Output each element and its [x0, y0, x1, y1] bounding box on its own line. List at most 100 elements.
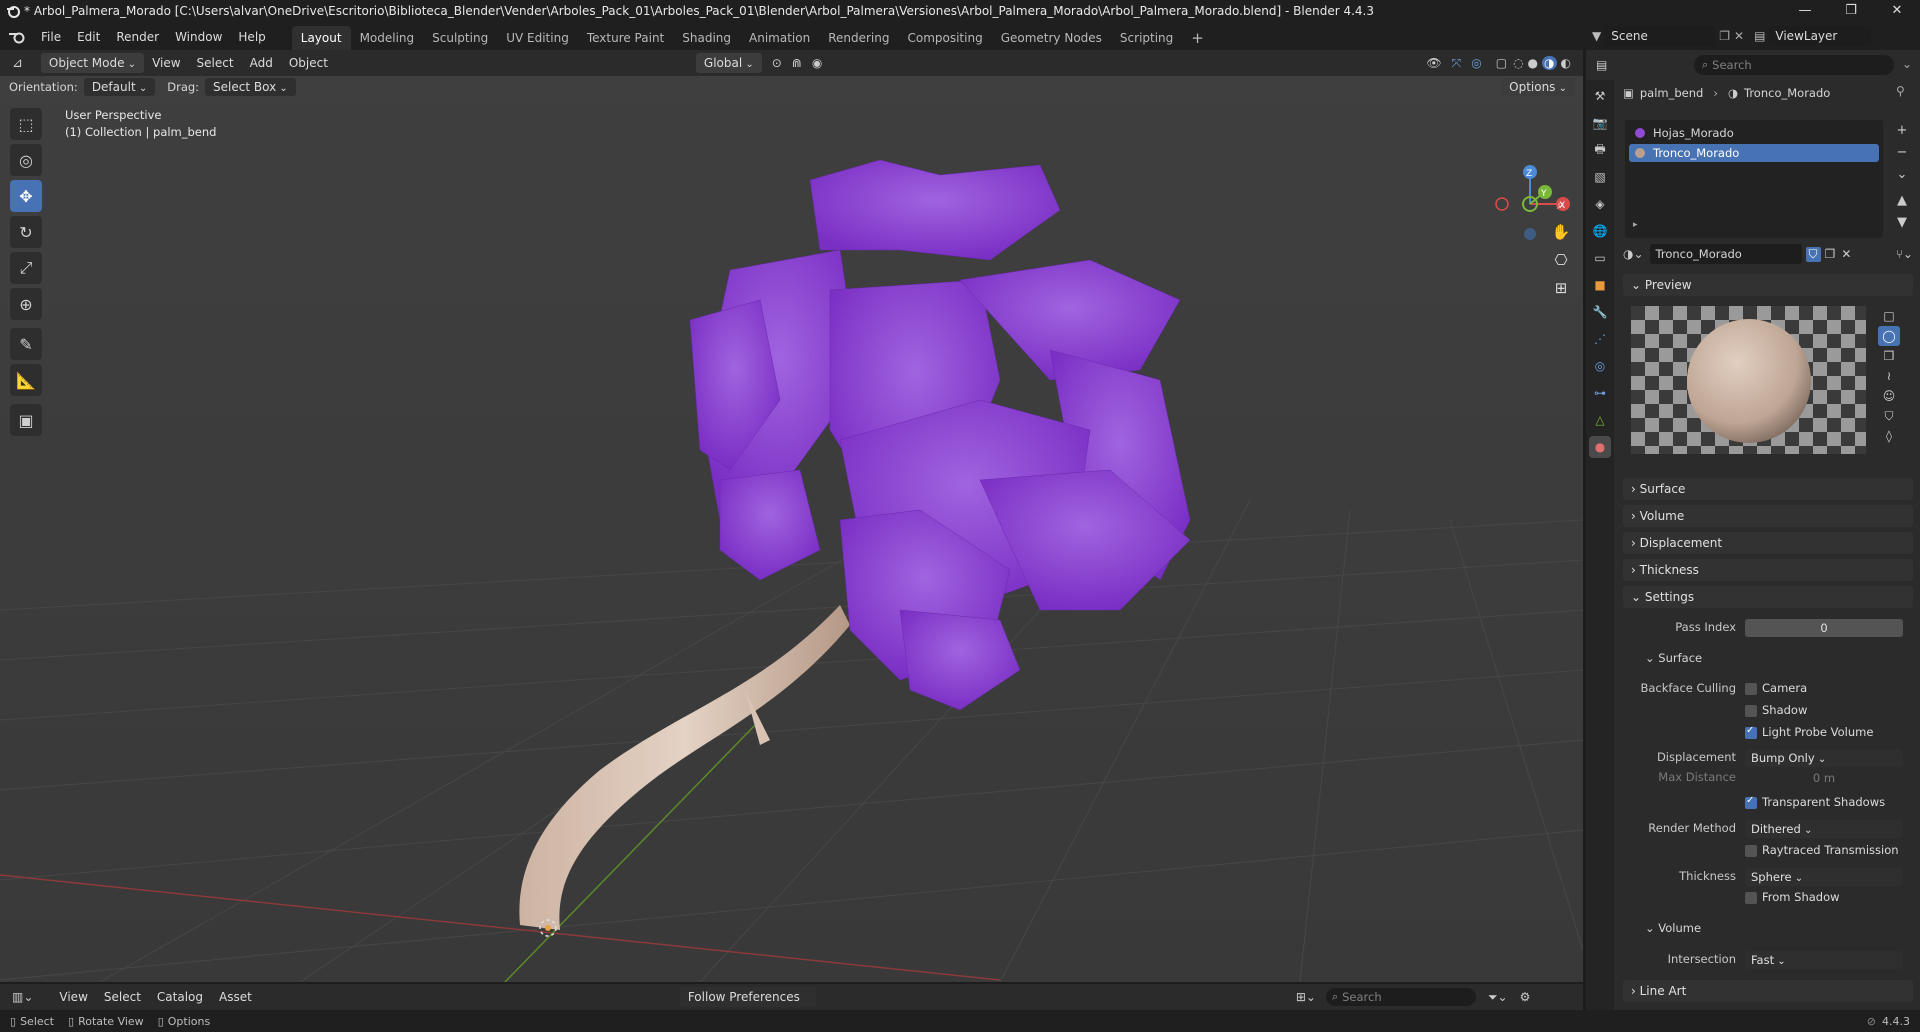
- tab-sculpting[interactable]: Sculpting: [423, 26, 497, 50]
- constraints-tab-icon[interactable]: ⊶: [1589, 382, 1611, 404]
- asset-menu-select[interactable]: Select: [96, 986, 149, 1008]
- minimize-button[interactable]: —: [1782, 0, 1828, 23]
- shadow-checkbox[interactable]: [1745, 705, 1757, 717]
- physics-tab-icon[interactable]: ◎: [1589, 355, 1611, 377]
- settings-panel-header[interactable]: ⌄ Settings: [1623, 586, 1913, 608]
- move-tool-icon[interactable]: ✥: [10, 180, 42, 212]
- camera-checkbox[interactable]: [1745, 683, 1757, 695]
- pin-icon[interactable]: ⚲: [1896, 84, 1905, 98]
- orientation-dropdown[interactable]: Default: [83, 78, 156, 96]
- unlink-material-icon[interactable]: ✕: [1841, 247, 1851, 261]
- line-art-panel-header[interactable]: › Line Art: [1623, 980, 1913, 1002]
- from-shadow-checkbox[interactable]: [1745, 892, 1757, 904]
- tab-compositing[interactable]: Compositing: [898, 26, 991, 50]
- viewlayer-field[interactable]: ViewLayer: [1769, 26, 1872, 46]
- menu-edit[interactable]: Edit: [69, 26, 108, 48]
- material-tab-icon[interactable]: ●: [1589, 436, 1611, 458]
- zoom-icon[interactable]: ⌕: [1548, 195, 1574, 223]
- preview-monkey-icon[interactable]: ☺: [1878, 386, 1900, 406]
- editor-type-icon[interactable]: ▥⌄: [12, 990, 33, 1004]
- modifier-tab-icon[interactable]: 🔧: [1589, 301, 1611, 323]
- gizmo-toggle-icon[interactable]: ⤧: [1452, 56, 1462, 71]
- viewport-menu-add[interactable]: Add: [242, 52, 281, 74]
- material-name-field[interactable]: Tronco_Morado: [1649, 244, 1802, 264]
- menu-render[interactable]: Render: [108, 26, 167, 48]
- volume-subpanel-header[interactable]: ⌄ Volume: [1645, 921, 1701, 935]
- delete-scene-icon[interactable]: ✕: [1734, 29, 1744, 43]
- transform-orientation-dropdown[interactable]: Global: [695, 53, 762, 73]
- settings-gear-icon[interactable]: ⚙: [1520, 990, 1531, 1004]
- asset-menu-asset[interactable]: Asset: [211, 986, 260, 1008]
- tab-uv-editing[interactable]: UV Editing: [497, 26, 578, 50]
- tab-layout[interactable]: Layout: [291, 26, 351, 50]
- properties-editor-type-icon[interactable]: ▤: [1596, 58, 1607, 72]
- tab-texture-paint[interactable]: Texture Paint: [578, 26, 673, 50]
- preview-flat-icon[interactable]: □: [1878, 306, 1900, 326]
- display-mode-icon[interactable]: ⊞⌄: [1296, 990, 1316, 1004]
- properties-search[interactable]: ⌕ Search: [1694, 55, 1894, 75]
- new-scene-icon[interactable]: ❐: [1719, 29, 1730, 43]
- surface-panel-header[interactable]: › Surface: [1623, 478, 1913, 500]
- displacement-dropdown[interactable]: Bump Only: [1745, 749, 1903, 767]
- 3d-viewport[interactable]: User Perspective (1) Collection | palm_b…: [0, 50, 1583, 982]
- light-probe-checkbox[interactable]: [1745, 725, 1757, 739]
- drag-dropdown[interactable]: Select Box: [205, 78, 296, 96]
- tab-scripting[interactable]: Scripting: [1111, 26, 1182, 50]
- object-mode-dropdown[interactable]: Object Mode: [40, 53, 145, 73]
- output-tab-icon[interactable]: 🖶: [1589, 139, 1611, 161]
- duplicate-material-icon[interactable]: ❐: [1825, 247, 1836, 261]
- scene-field[interactable]: Scene: [1605, 26, 1716, 46]
- perspective-grid-icon[interactable]: ⊞: [1548, 279, 1574, 307]
- wireframe-shading-icon[interactable]: ◌: [1513, 56, 1523, 70]
- intersection-dropdown[interactable]: Fast: [1745, 951, 1903, 969]
- pan-hand-icon[interactable]: ✋: [1548, 223, 1574, 251]
- pivot-icon[interactable]: ⊙: [772, 56, 782, 70]
- filter-icon[interactable]: ⏷⌄: [1488, 990, 1508, 1005]
- viewport-menu-view[interactable]: View: [144, 52, 188, 74]
- browse-material-icon[interactable]: ◑⌄: [1623, 247, 1644, 261]
- viewport-menu-select[interactable]: Select: [189, 52, 242, 74]
- camera-view-icon[interactable]: ⎔: [1548, 251, 1574, 279]
- thickness-panel-header[interactable]: › Thickness: [1623, 559, 1913, 581]
- pass-index-field[interactable]: 0: [1745, 619, 1903, 637]
- scale-tool-icon[interactable]: ⤢: [10, 252, 42, 284]
- volume-panel-header[interactable]: › Volume: [1623, 505, 1913, 527]
- maximize-button[interactable]: ❐: [1828, 0, 1874, 23]
- viewport-menu-object[interactable]: Object: [281, 52, 336, 74]
- move-down-icon[interactable]: ▼: [1894, 212, 1910, 234]
- collection-tab-icon[interactable]: ▭: [1589, 247, 1611, 269]
- preview-panel-header[interactable]: ⌄ Preview: [1623, 274, 1913, 296]
- asset-menu-catalog[interactable]: Catalog: [149, 986, 211, 1008]
- fake-user-icon[interactable]: ⛉: [1805, 246, 1821, 262]
- thickness-dropdown[interactable]: Sphere: [1745, 868, 1903, 886]
- tab-rendering[interactable]: Rendering: [819, 26, 898, 50]
- preview-sphere-icon[interactable]: ◯: [1878, 326, 1900, 346]
- preview-fluid-icon[interactable]: ◊: [1878, 426, 1900, 446]
- rendered-shading-icon[interactable]: ◐: [1561, 56, 1571, 70]
- surface-subpanel-header[interactable]: ⌄ Surface: [1645, 651, 1702, 665]
- select-box-tool-icon[interactable]: ⬚: [10, 108, 42, 140]
- expand-arrow-icon[interactable]: ▸: [1633, 220, 1638, 230]
- add-slot-icon[interactable]: +: [1894, 120, 1910, 142]
- tab-animation[interactable]: Animation: [740, 26, 819, 50]
- material-slot-hojas[interactable]: Hojas_Morado: [1629, 124, 1879, 142]
- move-up-icon[interactable]: ▲: [1894, 190, 1910, 212]
- annotate-tool-icon[interactable]: ✎: [10, 328, 42, 360]
- asset-search[interactable]: ⌕ Search: [1325, 988, 1476, 1006]
- options-dropdown[interactable]: Options: [1501, 78, 1575, 96]
- blender-menu-icon[interactable]: [9, 30, 25, 44]
- render-tab-icon[interactable]: 📷: [1589, 112, 1611, 134]
- asset-menu-view[interactable]: View: [51, 986, 95, 1008]
- menu-help[interactable]: Help: [230, 26, 273, 48]
- data-tab-icon[interactable]: △: [1589, 409, 1611, 431]
- add-cube-tool-icon[interactable]: ▣: [10, 404, 42, 436]
- tab-modeling[interactable]: Modeling: [351, 26, 424, 50]
- solid-shading-icon[interactable]: ●: [1528, 56, 1538, 70]
- add-workspace-button[interactable]: +: [1182, 26, 1213, 50]
- remove-slot-icon[interactable]: −: [1894, 142, 1910, 164]
- menu-file[interactable]: File: [33, 26, 69, 48]
- follow-preferences-dropdown[interactable]: Follow Preferences: [679, 987, 816, 1007]
- editor-type-icon[interactable]: ⊿: [12, 56, 23, 71]
- material-slot-tronco[interactable]: Tronco_Morado: [1629, 144, 1879, 162]
- visibility-icon[interactable]: 👁: [1426, 56, 1441, 70]
